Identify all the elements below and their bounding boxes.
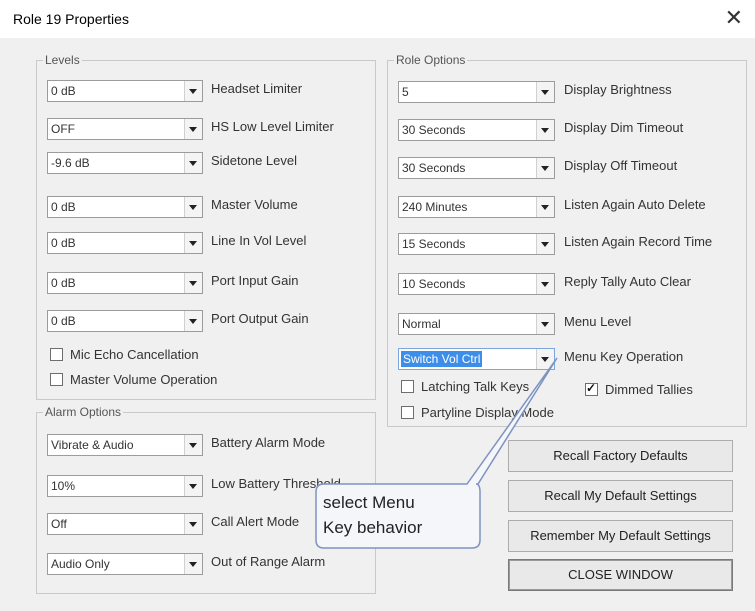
remember-my-default-settings-button[interactable]: Remember My Default Settings — [508, 520, 733, 552]
master-volume-label: Master Volume — [211, 197, 298, 212]
recall-my-default-settings-button[interactable]: Recall My Default Settings — [508, 480, 733, 512]
menu-key-operation-dropdown[interactable]: Switch Vol Ctrl — [398, 348, 555, 370]
window-title: Role 19 Properties — [13, 11, 129, 27]
master-volume-dropdown[interactable]: 0 dB — [47, 196, 203, 218]
chevron-down-icon[interactable] — [536, 349, 554, 369]
battery-alarm-mode-dropdown[interactable]: Vibrate & Audio — [47, 434, 203, 456]
listen-again-auto-delete-dropdown[interactable]: 240 Minutes — [398, 196, 555, 218]
chevron-down-icon[interactable] — [184, 273, 202, 293]
chevron-down-icon[interactable] — [184, 119, 202, 139]
chevron-down-icon[interactable] — [536, 314, 554, 334]
chevron-down-icon[interactable] — [184, 233, 202, 253]
display-off-timeout-label: Display Off Timeout — [564, 158, 678, 173]
menu-level-dropdown[interactable]: Normal — [398, 313, 555, 335]
headset-limiter-label: Headset Limiter — [211, 81, 303, 96]
sidetone-level-label: Sidetone Level — [211, 153, 298, 168]
display-off-timeout-dropdown[interactable]: 30 Seconds — [398, 157, 555, 179]
line-in-vol-level-label: Line In Vol Level — [211, 233, 307, 248]
display-brightness-label: Display Brightness — [564, 82, 672, 97]
role-options-group-label: Role Options — [394, 53, 468, 67]
chevron-down-icon[interactable] — [184, 554, 202, 574]
headset-limiter-dropdown[interactable]: 0 dB — [47, 80, 203, 102]
battery-alarm-mode-label: Battery Alarm Mode — [211, 435, 326, 450]
listen-again-auto-delete-label: Listen Again Auto Delete — [564, 197, 706, 212]
low-battery-threshold-label: Low Battery Threshold — [211, 476, 341, 491]
display-dim-timeout-label: Display Dim Timeout — [564, 120, 684, 135]
chevron-down-icon[interactable] — [536, 158, 554, 178]
port-output-gain-label: Port Output Gain — [211, 311, 309, 326]
low-battery-threshold-dropdown[interactable]: 10% — [47, 475, 203, 497]
chevron-down-icon[interactable] — [184, 197, 202, 217]
reply-tally-auto-clear-label: Reply Tally Auto Clear — [564, 274, 691, 289]
close-icon[interactable]: ✕ — [725, 6, 743, 30]
display-dim-timeout-dropdown[interactable]: 30 Seconds — [398, 119, 555, 141]
listen-again-record-time-label: Listen Again Record Time — [564, 234, 713, 249]
callout-line-1: select Menu — [323, 493, 415, 512]
checkbox-box[interactable] — [401, 406, 414, 419]
checkbox-box[interactable] — [50, 373, 63, 386]
properties-window: Role 19 Properties ✕ Levels 0 dB Headset… — [0, 0, 755, 611]
alarm-options-group-label: Alarm Options — [43, 405, 124, 419]
port-input-gain-label: Port Input Gain — [211, 273, 299, 288]
chevron-down-icon[interactable] — [184, 476, 202, 496]
callout-text: select Menu Key behavior — [323, 490, 422, 540]
line-in-vol-level-dropdown[interactable]: 0 dB — [47, 232, 203, 254]
checkbox-box[interactable] — [401, 380, 414, 393]
chevron-down-icon[interactable] — [536, 82, 554, 102]
hs-low-level-limiter-dropdown[interactable]: OFF — [47, 118, 203, 140]
sidetone-level-dropdown[interactable]: -9.6 dB — [47, 152, 203, 174]
recall-factory-defaults-button[interactable]: Recall Factory Defaults — [508, 440, 733, 472]
chevron-down-icon[interactable] — [536, 234, 554, 254]
out-of-range-alarm-label: Out of Range Alarm — [211, 554, 326, 569]
chevron-down-icon[interactable] — [184, 153, 202, 173]
title-bar: Role 19 Properties ✕ — [0, 0, 755, 38]
reply-tally-auto-clear-dropdown[interactable]: 10 Seconds — [398, 273, 555, 295]
chevron-down-icon[interactable] — [184, 311, 202, 331]
callout-line-2: Key behavior — [323, 518, 423, 537]
chevron-down-icon[interactable] — [536, 274, 554, 294]
port-output-gain-dropdown[interactable]: 0 dB — [47, 310, 203, 332]
chevron-down-icon[interactable] — [536, 197, 554, 217]
chevron-down-icon[interactable] — [184, 435, 202, 455]
chevron-down-icon[interactable] — [536, 120, 554, 140]
menu-level-label: Menu Level — [564, 314, 632, 329]
out-of-range-alarm-dropdown[interactable]: Audio Only — [47, 553, 203, 575]
checkbox-box[interactable] — [50, 348, 63, 361]
menu-key-operation-label: Menu Key Operation — [564, 349, 684, 364]
call-alert-mode-label: Call Alert Mode — [211, 514, 300, 529]
call-alert-mode-dropdown[interactable]: Off — [47, 513, 203, 535]
check-icon[interactable] — [585, 381, 598, 396]
chevron-down-icon[interactable] — [184, 514, 202, 534]
close-window-button[interactable]: CLOSE WINDOW — [508, 559, 733, 591]
port-input-gain-dropdown[interactable]: 0 dB — [47, 272, 203, 294]
listen-again-record-time-dropdown[interactable]: 15 Seconds — [398, 233, 555, 255]
display-brightness-dropdown[interactable]: 5 — [398, 81, 555, 103]
chevron-down-icon[interactable] — [184, 81, 202, 101]
hs-low-level-limiter-label: HS Low Level Limiter — [211, 119, 334, 134]
levels-group-label: Levels — [43, 53, 82, 67]
